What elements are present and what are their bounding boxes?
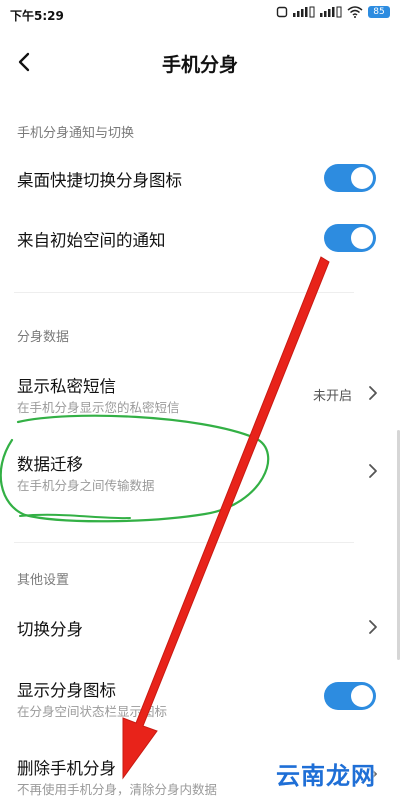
setting-label: 显示私密短信 <box>17 377 116 396</box>
watermark-text: 云南龙网 <box>276 762 376 790</box>
setting-subtitle: 在分身空间状态栏显示图标 <box>17 704 168 719</box>
status-bar: 下午5:29 85 <box>0 0 400 28</box>
chevron-right-icon <box>369 464 377 478</box>
toggle-knob <box>351 685 373 707</box>
header: 手机分身 <box>0 28 400 96</box>
signal-icon <box>293 6 315 18</box>
setting-row-desktop-shortcut[interactable]: 桌面快捷切换分身图标 <box>0 150 400 208</box>
toggle-switch[interactable] <box>324 224 376 252</box>
divider <box>14 542 354 543</box>
highlight-ellipse-tail <box>19 513 131 520</box>
setting-row-private-sms[interactable]: 显示私密短信 在手机分身显示您的私密短信 未开启 <box>0 360 400 426</box>
setting-value: 未开启 <box>312 389 352 404</box>
chevron-right-icon <box>369 386 377 400</box>
setting-label: 桌面快捷切换分身图标 <box>17 171 182 190</box>
setting-subtitle: 在手机分身之间传输数据 <box>17 478 155 493</box>
page-title: 手机分身 <box>161 54 238 76</box>
toggle-knob <box>351 227 373 249</box>
notification-icon <box>276 6 288 18</box>
setting-row-show-clone-icon[interactable]: 显示分身图标 在分身空间状态栏显示图标 <box>0 666 400 730</box>
status-icons: 85 <box>276 6 390 18</box>
toggle-switch[interactable] <box>324 164 376 192</box>
section-title-notify: 手机分身通知与切换 <box>17 126 135 141</box>
setting-label: 数据迁移 <box>17 455 83 474</box>
divider <box>14 292 354 293</box>
setting-row-switch-clone[interactable]: 切换分身 <box>0 600 400 656</box>
signal-icon <box>320 6 342 18</box>
setting-label: 切换分身 <box>17 620 83 639</box>
toggle-switch[interactable] <box>324 682 376 710</box>
setting-label: 显示分身图标 <box>17 681 116 700</box>
setting-row-initial-space-notify[interactable]: 来自初始空间的通知 <box>0 209 400 267</box>
toggle-knob <box>351 167 373 189</box>
status-time: 下午5:29 <box>10 9 64 23</box>
wifi-icon <box>347 6 363 18</box>
section-title-other: 其他设置 <box>17 573 70 588</box>
setting-subtitle: 在手机分身显示您的私密短信 <box>17 400 180 415</box>
setting-row-data-migration[interactable]: 数据迁移 在手机分身之间传输数据 <box>0 438 400 504</box>
battery-icon: 85 <box>368 6 390 18</box>
setting-label: 来自初始空间的通知 <box>17 231 166 250</box>
section-title-data: 分身数据 <box>17 330 70 345</box>
setting-subtitle: 不再使用手机分身，清除分身内数据 <box>17 782 218 797</box>
setting-label: 删除手机分身 <box>17 759 116 778</box>
chevron-right-icon <box>369 620 377 634</box>
